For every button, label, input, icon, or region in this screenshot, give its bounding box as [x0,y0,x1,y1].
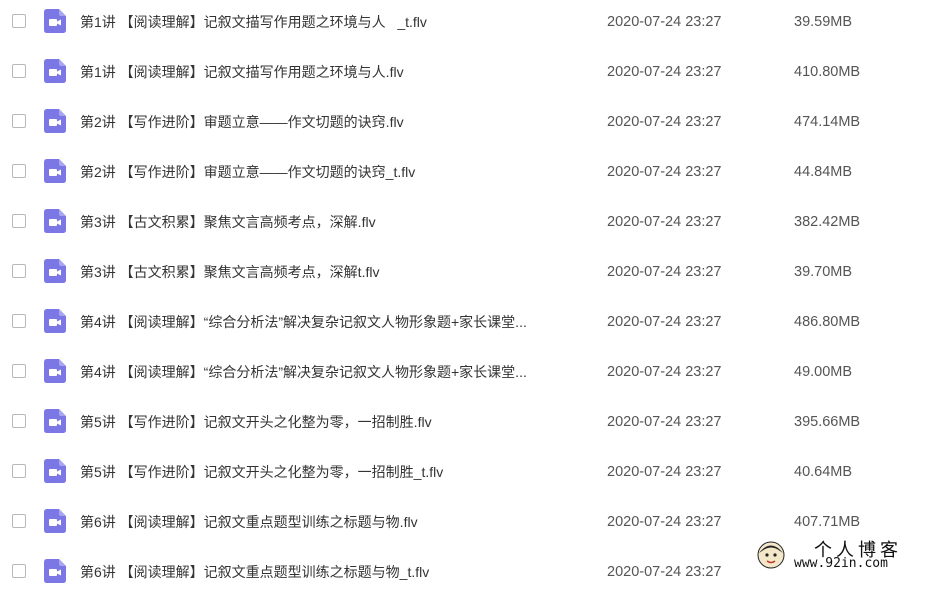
file-date: 2020-07-24 23:27 [607,164,722,180]
file-size: 49.00MB [794,364,853,380]
file-name[interactable]: 第3讲 【古文积累】聚焦文言高频考点，深解.flv [80,212,590,232]
file-name[interactable]: 第6讲 【阅读理解】记叙文重点题型训练之标题与物_t.flv [80,562,590,582]
file-date: 2020-07-24 23:27 [607,364,722,380]
file-row[interactable]: 第1讲 【阅读理解】记叙文描写作用题之环境与人.flv 2020-07-24 23… [0,50,945,100]
file-row[interactable]: 第3讲 【古文积累】聚焦文言高频考点，深解.flv 2020-07-24 23:2… [0,200,945,250]
file-size: 486.80MB [794,314,861,330]
file-row[interactable]: 第2讲 【写作进阶】审题立意——作文切题的诀窍_t.flv 2020-07-24 … [0,150,945,200]
avatar-icon [757,541,785,569]
file-row[interactable]: 第2讲 【写作进阶】审题立意——作文切题的诀窍.flv 2020-07-24 23… [0,100,945,150]
file-name[interactable]: 第3讲 【古文积累】聚焦文言高频考点，深解t.flv [80,262,590,282]
file-size: 410.80MB [794,64,861,80]
file-row[interactable]: 第1讲 【阅读理解】记叙文描写作用题之环境与人 _t.flv 2020-07-24… [0,0,945,50]
video-file-icon [44,459,66,483]
file-row[interactable]: 第4讲 【阅读理解】“综合分析法”解决复杂记叙文人物形象题+家长课堂... 202… [0,300,945,350]
file-date: 2020-07-24 23:27 [607,464,722,480]
file-row[interactable]: 第3讲 【古文积累】聚焦文言高频考点，深解t.flv 2020-07-24 23:… [0,250,945,300]
file-name[interactable]: 第4讲 【阅读理解】“综合分析法”解决复杂记叙文人物形象题+家长课堂... [80,362,590,382]
row-checkbox[interactable] [12,464,26,478]
row-checkbox[interactable] [12,514,26,528]
file-date: 2020-07-24 23:27 [607,64,722,80]
video-file-icon [44,9,66,33]
file-size: 39.70MB [794,264,853,280]
file-date: 2020-07-24 23:27 [607,314,722,330]
row-checkbox[interactable] [12,214,26,228]
file-size: 382.42MB [794,214,861,230]
video-file-icon [44,59,66,83]
video-file-icon [44,509,66,533]
row-checkbox[interactable] [12,114,26,128]
row-checkbox[interactable] [12,164,26,178]
video-file-icon [44,159,66,183]
video-file-icon [44,559,66,583]
file-name[interactable]: 第6讲 【阅读理解】记叙文重点题型训练之标题与物.flv [80,512,590,532]
file-name[interactable]: 第1讲 【阅读理解】记叙文描写作用题之环境与人 _t.flv [80,12,590,32]
blog-watermark: 个人博客 www.92in.com [748,536,945,576]
file-row[interactable]: 第5讲 【写作进阶】记叙文开头之化整为零，一招制胜.flv 2020-07-24 … [0,400,945,450]
file-date: 2020-07-24 23:27 [607,414,722,430]
video-file-icon [44,309,66,333]
row-checkbox[interactable] [12,64,26,78]
file-row[interactable]: 第5讲 【写作进阶】记叙文开头之化整为零，一招制胜_t.flv 2020-07-2… [0,450,945,500]
file-date: 2020-07-24 23:27 [607,264,722,280]
file-name[interactable]: 第4讲 【阅读理解】“综合分析法”解决复杂记叙文人物形象题+家长课堂... [80,312,590,332]
file-date: 2020-07-24 23:27 [607,514,722,530]
row-checkbox[interactable] [12,14,26,28]
file-name[interactable]: 第2讲 【写作进阶】审题立意——作文切题的诀窍_t.flv [80,162,590,182]
row-checkbox[interactable] [12,314,26,328]
file-size: 39.59MB [794,14,853,30]
file-name[interactable]: 第5讲 【写作进阶】记叙文开头之化整为零，一招制胜.flv [80,412,590,432]
file-size: 395.66MB [794,414,861,430]
row-checkbox[interactable] [12,364,26,378]
file-row[interactable]: 第4讲 【阅读理解】“综合分析法”解决复杂记叙文人物形象题+家长课堂... 202… [0,350,945,400]
video-file-icon [44,209,66,233]
watermark-url: www.92in.com [794,556,888,571]
row-checkbox[interactable] [12,414,26,428]
file-date: 2020-07-24 23:27 [607,14,722,30]
video-file-icon [44,359,66,383]
file-name[interactable]: 第1讲 【阅读理解】记叙文描写作用题之环境与人.flv [80,62,590,82]
file-date: 2020-07-24 23:27 [607,214,722,230]
file-name[interactable]: 第2讲 【写作进阶】审题立意——作文切题的诀窍.flv [80,112,590,132]
file-size: 407.71MB [794,514,861,530]
video-file-icon [44,109,66,133]
file-size: 474.14MB [794,114,861,130]
file-size: 40.64MB [794,464,853,480]
file-name[interactable]: 第5讲 【写作进阶】记叙文开头之化整为零，一招制胜_t.flv [80,462,590,482]
video-file-icon [44,259,66,283]
file-size: 44.84MB [794,164,853,180]
file-date: 2020-07-24 23:27 [607,114,722,130]
row-checkbox[interactable] [12,264,26,278]
video-file-icon [44,409,66,433]
file-date: 2020-07-24 23:27 [607,564,722,580]
